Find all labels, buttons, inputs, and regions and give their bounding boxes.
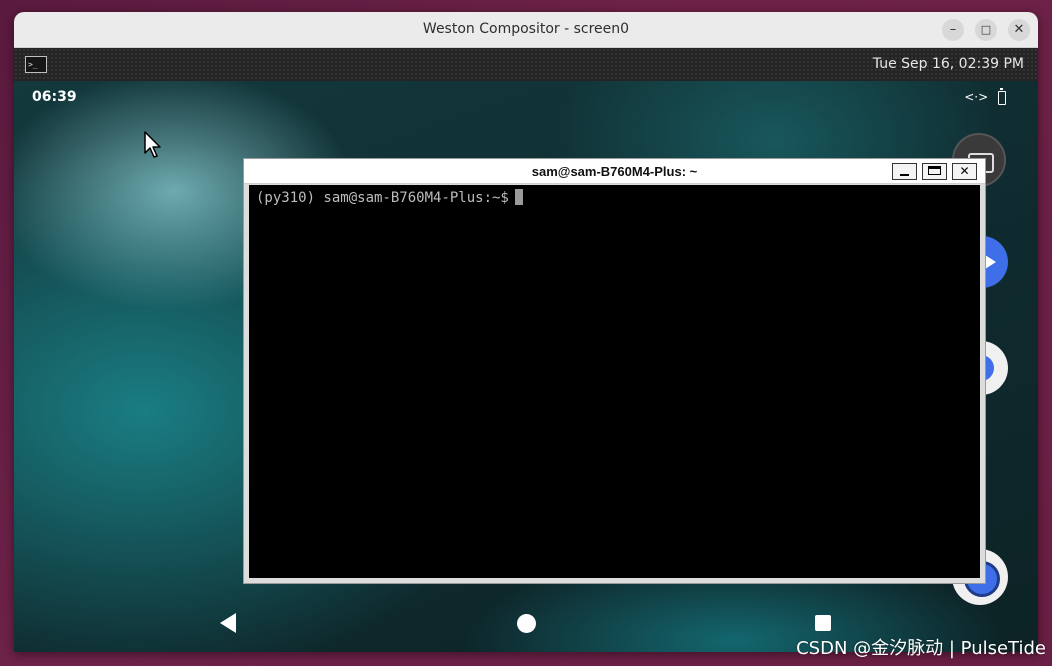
battery-icon — [998, 87, 1006, 105]
host-window-title: Weston Compositor - screen0 — [422, 21, 630, 37]
weston-panel: >_ Tue Sep 16, 02:39 PM — [14, 48, 1038, 81]
terminal-minimize-button[interactable] — [892, 163, 917, 180]
android-screen[interactable]: 06:39 <·> sam@sam-B760M4-Plus: ~ ✕ (py31… — [14, 81, 1038, 652]
home-icon[interactable] — [517, 614, 536, 633]
maximize-icon — [928, 166, 941, 175]
weston-host-window: Weston Compositor - screen0 – □ ✕ >_ Tue… — [14, 12, 1038, 652]
terminal-body[interactable]: (py310) sam@sam-B760M4-Plus:~$ — [249, 185, 980, 578]
data-transfer-icon: <·> — [964, 90, 989, 104]
watermark: CSDN @金汐脉动 | PulseTide — [796, 638, 1046, 659]
terminal-close-button[interactable]: ✕ — [952, 163, 977, 180]
close-button[interactable]: ✕ — [1008, 19, 1030, 41]
status-bar-time: 06:39 — [32, 89, 77, 105]
mouse-pointer-icon — [144, 131, 161, 158]
terminal-maximize-button[interactable] — [922, 163, 947, 180]
terminal-prompt: (py310) sam@sam-B760M4-Plus:~$ — [256, 190, 509, 206]
terminal-titlebar[interactable]: sam@sam-B760M4-Plus: ~ ✕ — [244, 159, 985, 184]
terminal-title: sam@sam-B760M4-Plus: ~ — [531, 164, 698, 179]
panel-clock: Tue Sep 16, 02:39 PM — [872, 56, 1024, 72]
back-icon[interactable] — [220, 613, 236, 633]
terminal-icon[interactable]: >_ — [25, 56, 47, 73]
prompt-line: (py310) sam@sam-B760M4-Plus:~$ — [256, 189, 523, 206]
maximize-button[interactable]: □ — [975, 19, 997, 41]
minimize-button[interactable]: – — [942, 19, 964, 41]
terminal-window[interactable]: sam@sam-B760M4-Plus: ~ ✕ (py310) sam@sam… — [243, 158, 986, 584]
text-cursor — [514, 189, 523, 205]
status-bar-icons: <·> — [958, 87, 1006, 105]
minimize-icon — [900, 174, 909, 176]
recents-icon[interactable] — [815, 615, 831, 631]
host-titlebar[interactable]: Weston Compositor - screen0 – □ ✕ — [14, 12, 1038, 48]
